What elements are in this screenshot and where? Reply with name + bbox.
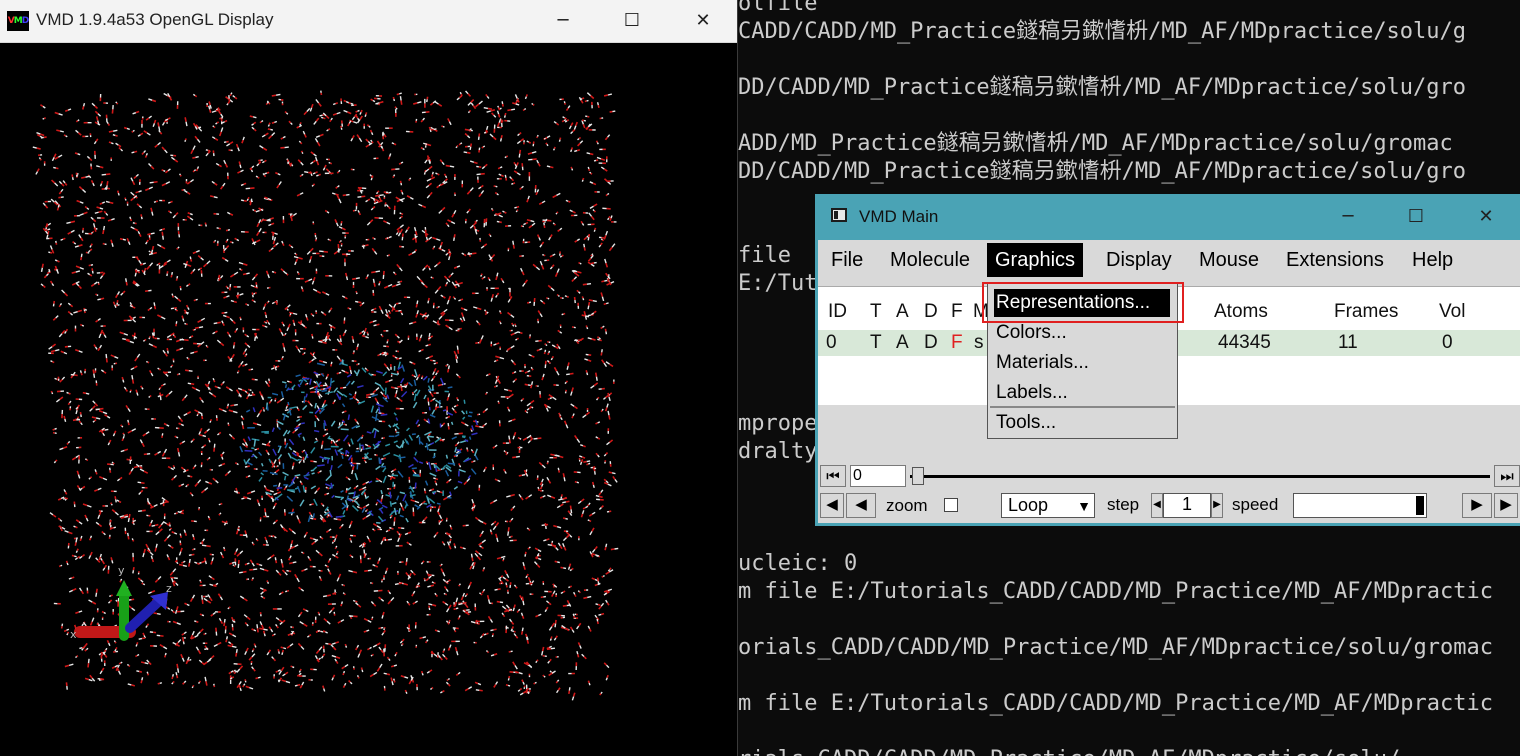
step-increase-icon[interactable]: ▶ [1211,493,1223,518]
column-atoms[interactable]: Atoms [1214,301,1268,323]
column-id[interactable]: ID [828,301,847,323]
maximize-icon[interactable]: ☐ [609,6,655,36]
terminal-line: DD/CADD/MD_Practice鐩稿叧鏉愭枡/MD_AF/MDpracti… [738,159,1467,184]
y-axis-label: y [118,564,125,577]
vmd-main-title: VMD Main [859,207,939,226]
loop-select[interactable]: Loop ▼ [1001,493,1095,518]
maximize-icon[interactable]: ☐ [1393,202,1439,232]
step-decrease-icon[interactable]: ◀ [1151,493,1163,518]
column-top[interactable]: T [870,301,882,323]
skip-to-end-icon[interactable]: ⏭ [1494,465,1520,487]
highlight-annotation [982,282,1184,323]
close-icon[interactable]: ✕ [680,6,726,36]
step-label: step [1107,495,1140,514]
zoom-checkbox[interactable] [944,498,958,512]
close-icon[interactable]: ✕ [1463,202,1509,232]
minimize-icon[interactable]: ─ [540,6,586,36]
mol-drawn[interactable]: D [924,330,938,356]
column-drawn[interactable]: D [924,301,938,323]
mol-active[interactable]: A [896,330,909,356]
column-active[interactable]: A [896,301,909,323]
mol-name: s [974,332,984,353]
step-back-icon[interactable]: ◀ [820,493,844,518]
column-frames[interactable]: Frames [1334,301,1398,323]
menu-item-labels[interactable]: Labels... [994,379,1170,407]
animation-controls: ⏮ 0 ⏭ ◀ ◀ zoom Loop ▼ step ◀ 1 ▶ speed ▶… [818,460,1520,523]
play-reverse-icon[interactable]: ◀ [846,493,876,518]
vmd-app-icon: VMD [7,11,29,31]
column-fixed[interactable]: F [951,301,963,323]
mol-id: 0 [826,332,837,353]
terminal-line: DD/CADD/MD_Practice鐩稿叧鏉愭枡/MD_AF/MDpracti… [738,75,1467,100]
mol-top[interactable]: T [870,330,882,356]
column-vol[interactable]: Vol [1439,301,1465,323]
terminal-line: m file E:/Tutorials_CADD/CADD/MD_Practic… [738,579,1493,604]
menu-item-materials[interactable]: Materials... [994,349,1170,377]
terminal-line: ADD/MD_Practice鐩稿叧鏉愭枡/MD_AF/MDpractice/s… [738,131,1453,156]
menu-display[interactable]: Display [1098,243,1180,277]
zoom-label: zoom [886,496,928,515]
speed-label: speed [1232,495,1279,514]
frame-slider[interactable] [910,465,1490,487]
step-forward-icon[interactable]: ▶ [1494,493,1518,518]
speed-slider[interactable] [1293,493,1427,518]
terminal-line: rials_CADD/CADD/MD_Practice/MD_AF/MDprac… [738,746,1520,756]
mol-atoms: 44345 [1218,332,1271,353]
x-axis-label: x [70,628,77,641]
opengl-display-window[interactable]: VMD VMD 1.9.4a53 OpenGL Display ─ ☐ ✕ x … [0,0,738,756]
opengl-titlebar[interactable]: VMD VMD 1.9.4a53 OpenGL Display ─ ☐ ✕ [0,0,737,43]
menu-help[interactable]: Help [1404,243,1461,277]
menu-extensions[interactable]: Extensions [1278,243,1392,277]
chevron-down-icon: ▼ [1077,498,1091,514]
menu-item-tools[interactable]: Tools... [994,409,1170,437]
frame-slider-thumb[interactable] [912,467,924,485]
menu-file[interactable]: File [823,243,871,277]
mol-fixed[interactable]: F [951,330,963,356]
z-axis-arrow [125,597,163,633]
terminal-line: orials_CADD/CADD/MD_Practice/MD_AF/MDpra… [738,635,1493,660]
z-axis-label: z [166,582,172,595]
minimize-icon[interactable]: ─ [1325,202,1371,232]
axes-indicator: x y z [70,564,172,641]
loop-select-value: Loop [1008,495,1049,515]
terminal-line: ucleic: 0 [738,551,858,576]
menu-mouse[interactable]: Mouse [1191,243,1267,277]
terminal-line: CADD/CADD/MD_Practice鐩稿叧鏉愭枡/MD_AF/MDprac… [738,19,1467,44]
menu-item-colors[interactable]: Colors... [994,319,1170,347]
speed-slider-thumb[interactable] [1416,496,1424,515]
menu-bar: File Molecule Graphics Display Mouse Ext… [818,240,1520,280]
window-icon [831,208,847,222]
play-forward-icon[interactable]: ▶ [1462,493,1492,518]
mol-frames: 11 [1338,332,1358,353]
y-axis-head [116,580,132,596]
molecule-render-canvas[interactable]: x y z [0,44,738,756]
skip-to-start-icon[interactable]: ⏮ [820,465,846,487]
opengl-window-title: VMD 1.9.4a53 OpenGL Display [36,10,274,29]
menu-separator [990,406,1175,408]
terminal-line: m file E:/Tutorials_CADD/CADD/MD_Practic… [738,691,1493,716]
frame-input[interactable]: 0 [850,465,906,487]
vmd-main-titlebar[interactable]: VMD Main ─ ☐ ✕ [815,194,1520,240]
step-input[interactable]: 1 [1163,493,1211,518]
mol-vol: 0 [1442,332,1453,353]
menu-graphics[interactable]: Graphics [987,243,1084,277]
menu-molecule[interactable]: Molecule [882,243,978,277]
terminal-line: olfile [738,0,818,16]
